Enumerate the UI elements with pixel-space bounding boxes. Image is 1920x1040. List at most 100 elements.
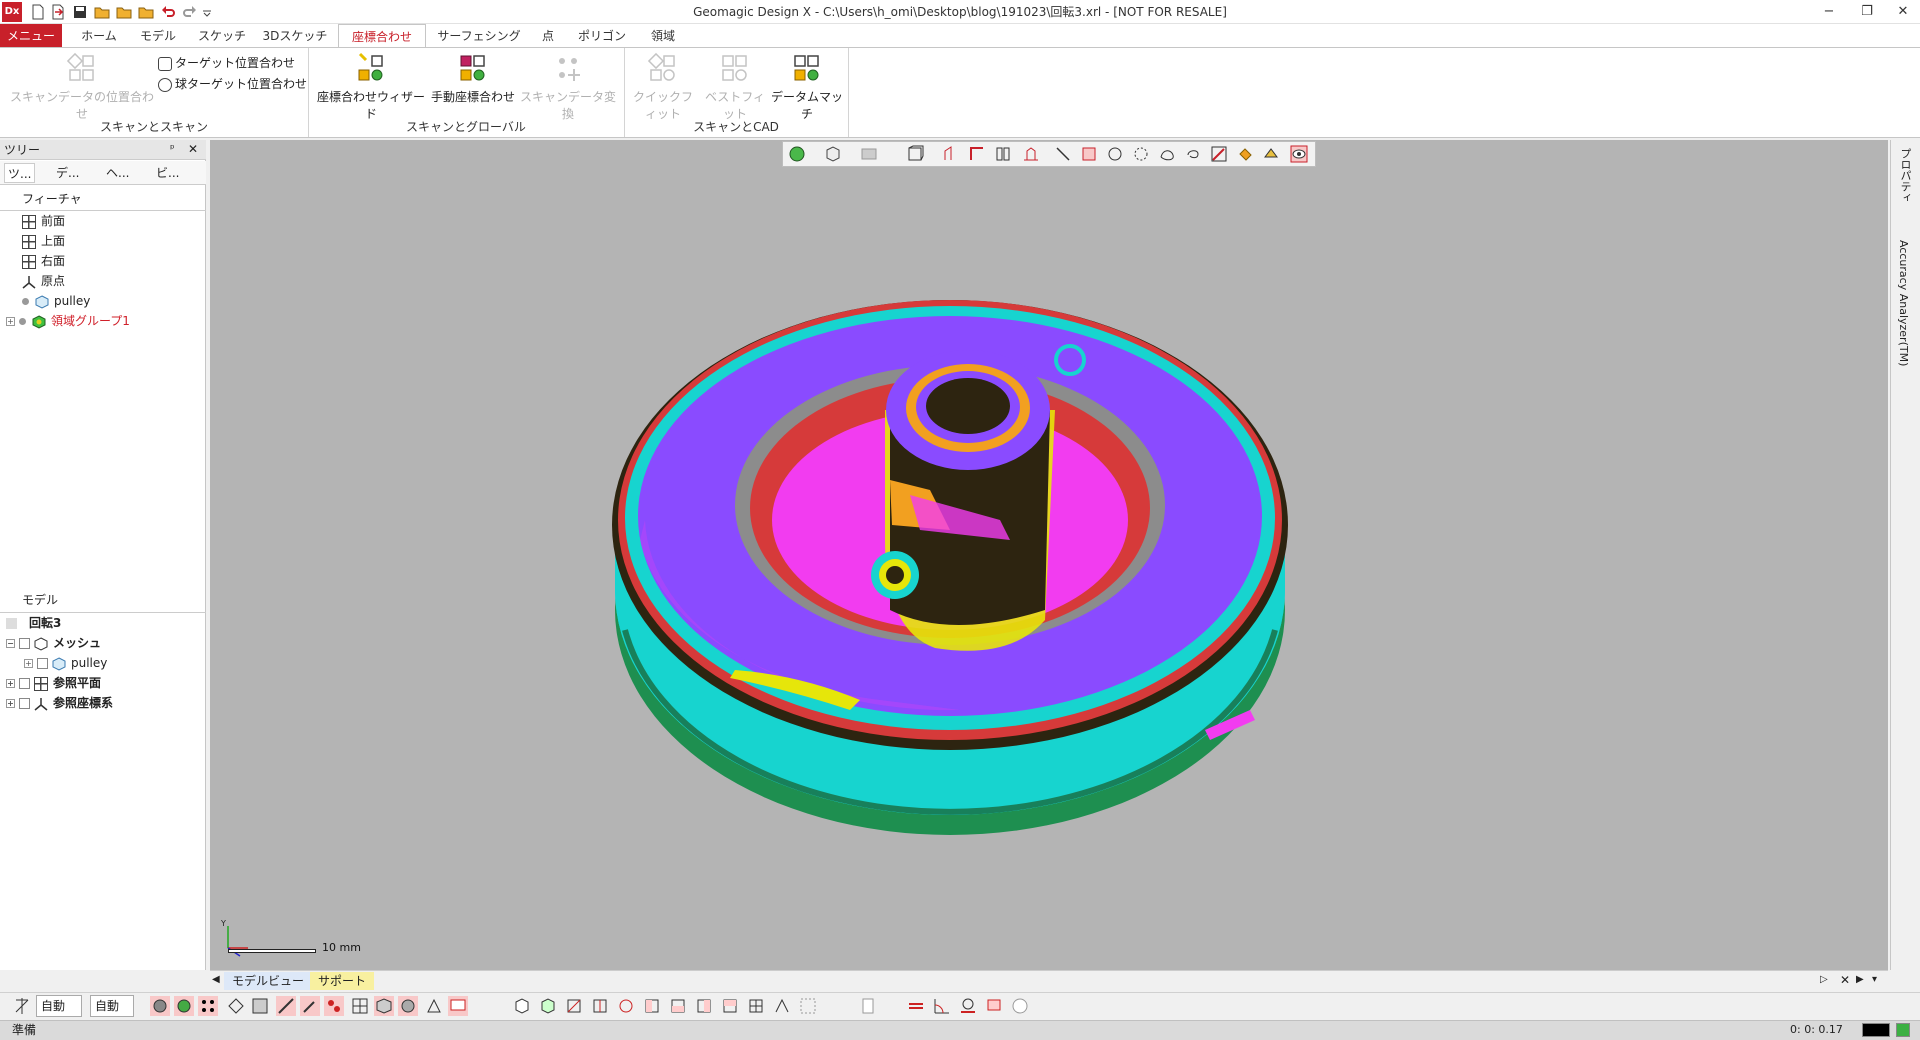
close-panel-icon[interactable]: ✕	[188, 142, 198, 156]
tab-sketch[interactable]: スケッチ	[192, 24, 252, 48]
split-view-icon[interactable]	[994, 145, 1012, 163]
new-file-icon[interactable]	[30, 4, 46, 20]
tab-view[interactable]: ビ...	[156, 163, 179, 183]
tab-point[interactable]: 点	[532, 24, 564, 48]
select-filter-icon[interactable]	[12, 996, 32, 1016]
solid-filter-icon[interactable]	[374, 996, 394, 1016]
tree-item-right-plane[interactable]: 右面	[22, 251, 65, 271]
open-folder-icon[interactable]	[138, 4, 154, 20]
view-fit-icon[interactable]	[694, 996, 714, 1016]
measure-distance-icon[interactable]	[906, 996, 926, 1016]
curve-filter-icon[interactable]	[324, 996, 344, 1016]
tab-home[interactable]: ホーム	[70, 24, 128, 48]
tab-model-view[interactable]: モデルビュー	[224, 972, 313, 990]
sketch-filter-icon[interactable]	[300, 996, 320, 1016]
tab-property[interactable]: プロパティ	[1897, 148, 1913, 203]
ref-geometry-filter-icon[interactable]	[424, 996, 444, 1016]
quick-fit-button[interactable]: クイックフィット	[628, 52, 698, 121]
vertex-filter-icon[interactable]	[226, 996, 246, 1016]
tab-tree[interactable]: ツ...	[4, 163, 36, 183]
import-icon[interactable]	[50, 4, 66, 20]
mesh-filter-icon[interactable]	[150, 996, 170, 1016]
expand-icon[interactable]: +	[6, 679, 15, 688]
visibility-checkbox[interactable]	[19, 678, 30, 689]
surface-filter-icon[interactable]	[398, 996, 418, 1016]
display-filter-icon[interactable]	[448, 996, 468, 1016]
view-clip-icon[interactable]	[798, 996, 818, 1016]
visibility-checkbox[interactable]	[19, 698, 30, 709]
tab-accuracy-analyzer[interactable]: Accuracy Analyzer(TM)	[1897, 240, 1910, 366]
body-filter-icon[interactable]	[350, 996, 370, 1016]
fill-select-icon[interactable]	[1236, 145, 1254, 163]
view-iso-icon[interactable]	[538, 996, 558, 1016]
section-view-icon[interactable]	[942, 145, 960, 163]
tree-item-mesh-folder[interactable]: − メッシュ	[6, 633, 101, 653]
selection-mode-select[interactable]: 自動	[36, 995, 82, 1017]
pulley-mesh-model[interactable]	[600, 280, 1300, 860]
view-front-icon[interactable]	[512, 996, 532, 1016]
measure-section-icon[interactable]	[984, 996, 1004, 1016]
view-back-icon[interactable]	[616, 996, 636, 1016]
select-circle-icon[interactable]	[1106, 145, 1124, 163]
tree-item-region-group[interactable]: + 領域グループ1	[6, 311, 130, 331]
select-lasso-icon[interactable]	[1184, 145, 1202, 163]
paint-brush-icon[interactable]	[1210, 145, 1228, 163]
visibility-dot[interactable]	[19, 318, 26, 325]
align-wizard-button[interactable]: 座標合わせウィザード	[314, 52, 428, 121]
dropdown-arrow-icon[interactable]	[202, 4, 212, 20]
next-tab-icon[interactable]: ▶	[1856, 974, 1864, 985]
close-tab-icon[interactable]: ✕	[1840, 973, 1850, 987]
view-left-icon[interactable]	[642, 996, 662, 1016]
select-rectangle-icon[interactable]	[1080, 145, 1098, 163]
view-globe-icon[interactable]	[788, 145, 806, 163]
redo-icon[interactable]	[182, 4, 198, 20]
view-cube-icon[interactable]	[824, 145, 842, 163]
point-filter-icon[interactable]	[198, 996, 218, 1016]
collapse-icon[interactable]: −	[6, 639, 15, 648]
close-button[interactable]: ✕	[1880, 0, 1920, 24]
select-line-icon[interactable]	[1054, 145, 1072, 163]
scroll-left-icon[interactable]: ◀	[212, 974, 220, 985]
select-freeform-icon[interactable]	[1158, 145, 1176, 163]
undo-icon[interactable]	[160, 4, 176, 20]
edge-filter-icon[interactable]	[276, 996, 296, 1016]
measure-angle-icon[interactable]	[932, 996, 952, 1016]
expand-icon[interactable]: +	[6, 317, 15, 326]
select-polygon-icon[interactable]	[1132, 145, 1150, 163]
face-filter-icon[interactable]	[250, 996, 270, 1016]
save-icon[interactable]	[72, 4, 88, 20]
manual-align-button[interactable]: 手動座標合わせ	[428, 52, 518, 106]
tab-support[interactable]: サポート	[310, 972, 375, 990]
document-view-icon[interactable]	[858, 996, 878, 1016]
tab-region[interactable]: 領域	[640, 24, 686, 48]
expand-icon[interactable]: +	[6, 699, 15, 708]
tree-item-pulley[interactable]: pulley	[22, 291, 90, 311]
clip-view-icon[interactable]	[1022, 145, 1040, 163]
view-grid-icon[interactable]	[746, 996, 766, 1016]
visibility-dot[interactable]	[22, 298, 29, 305]
tab-menu-icon[interactable]: ▾	[1872, 974, 1877, 985]
tree-item-top-plane[interactable]: 上面	[22, 231, 65, 251]
view-right-icon[interactable]	[590, 996, 610, 1016]
view-perspective-icon[interactable]	[772, 996, 792, 1016]
scan-align-button[interactable]: スキャンデータの位置合わせ	[8, 52, 156, 121]
datum-match-button[interactable]: データムマッチ	[770, 52, 844, 121]
measure-radius-icon[interactable]	[958, 996, 978, 1016]
target-align-button[interactable]: ターゲット位置合わせ	[158, 53, 295, 73]
tree-item-ref-planes[interactable]: + 参照平面	[6, 673, 101, 693]
tab-display[interactable]: デ...	[56, 163, 79, 183]
visibility-eye-icon[interactable]	[1290, 145, 1308, 163]
tab-3d-sketch[interactable]: 3Dスケッチ	[260, 24, 330, 48]
tab-alignment[interactable]: 座標合わせ	[338, 24, 426, 48]
section-plane-icon[interactable]	[968, 145, 986, 163]
open-folder-icon[interactable]	[116, 4, 132, 20]
sphere-display-icon[interactable]	[1010, 996, 1030, 1016]
tree-item-document[interactable]: 回転3	[6, 613, 61, 633]
best-fit-button[interactable]: ベストフィット	[700, 52, 770, 121]
view-zoom-icon[interactable]	[720, 996, 740, 1016]
region-filter-icon[interactable]	[174, 996, 194, 1016]
visibility-checkbox[interactable]	[37, 658, 48, 669]
app-logo[interactable]: Dx	[2, 2, 22, 22]
scan-transform-button[interactable]: スキャンデータ変換	[518, 52, 618, 121]
tree-item-pulley-mesh[interactable]: + pulley	[24, 653, 107, 673]
